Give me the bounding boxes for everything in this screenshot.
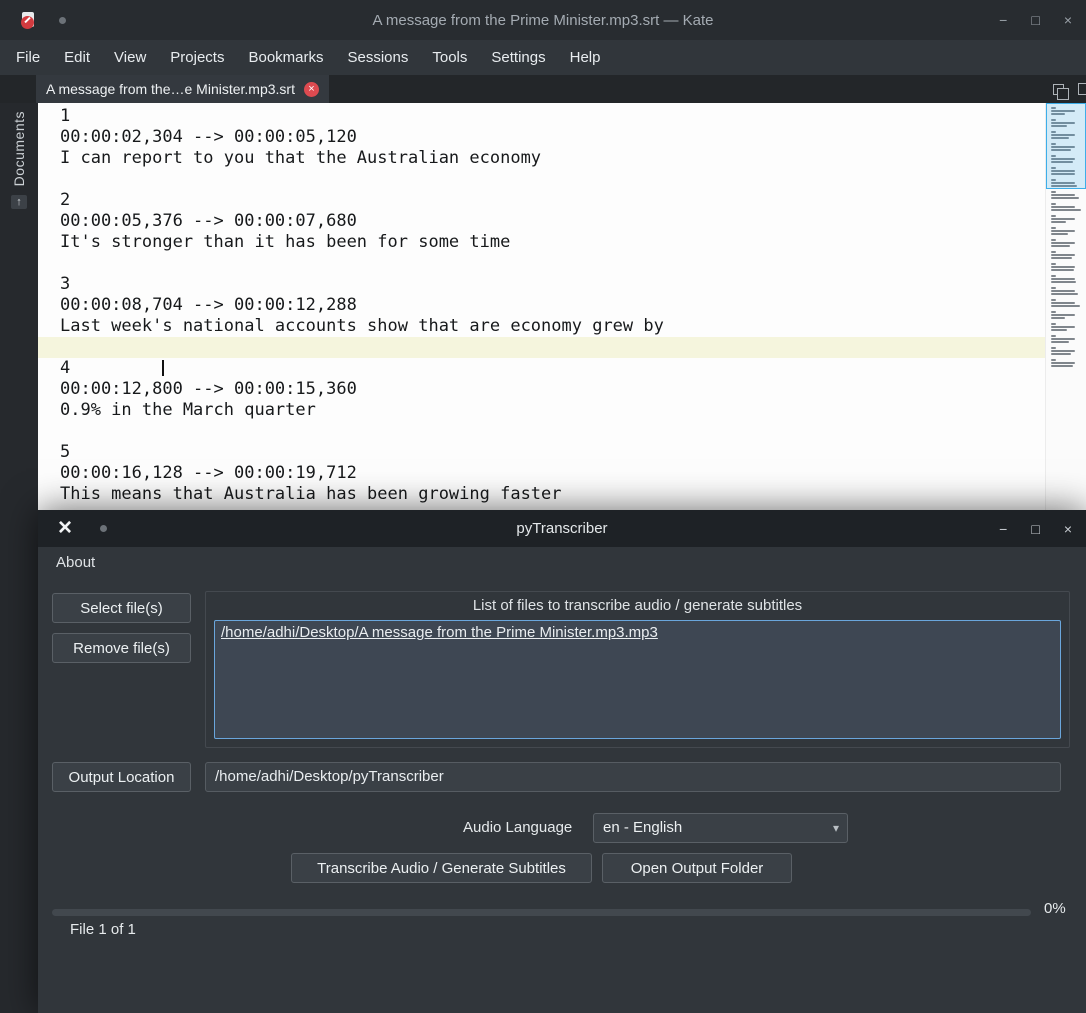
editor-line: 00:00:05,376 --> 00:00:07,680 (60, 211, 357, 231)
tabbar-actions (1053, 75, 1086, 103)
sidebar-documents-toggle[interactable]: Documents ↑ (11, 111, 27, 210)
kate-titlebar-left (0, 11, 150, 29)
editor-line: This means that Australia has been growi… (60, 484, 562, 504)
pytranscriber-window-title: pyTranscriber (516, 520, 608, 537)
kate-menubar: File Edit View Projects Bookmarks Sessio… (0, 40, 1086, 75)
sidebar-documents-label: Documents (11, 111, 27, 187)
audio-language-select[interactable]: en - English ▾ (593, 813, 848, 843)
editor-line: 2 (60, 190, 71, 210)
chevron-down-icon: ▾ (832, 821, 839, 835)
minimize-button[interactable]: − (999, 521, 1007, 537)
editor-line: 00:00:16,128 --> 00:00:19,712 (60, 463, 357, 483)
kate-window-controls: − □ × (936, 0, 1086, 40)
editor-line: I can report to you that the Australian … (60, 148, 542, 168)
documents-icon: ↑ (11, 195, 27, 210)
menu-sessions[interactable]: Sessions (336, 40, 421, 75)
open-output-folder-button[interactable]: Open Output Folder (602, 853, 792, 883)
text-cursor (162, 360, 165, 376)
transcribe-button[interactable]: Transcribe Audio / Generate Subtitles (291, 853, 592, 883)
desktop: A message from the Prime Minister.mp3.sr… (0, 0, 1086, 1013)
file-list-groupbox: List of files to transcribe audio / gene… (205, 591, 1070, 748)
tab-label: A message from the…e Minister.mp3.srt (46, 81, 295, 97)
kate-window-title: A message from the Prime Minister.mp3.sr… (372, 11, 714, 29)
file-list-title: List of files to transcribe audio / gene… (472, 597, 803, 614)
editor-current-line (38, 337, 1045, 376)
split-view-icon[interactable] (1078, 83, 1086, 95)
pytranscriber-window-controls: − □ × (999, 510, 1072, 547)
menu-file[interactable]: File (4, 40, 52, 75)
kate-tabbar: A message from the…e Minister.mp3.srt × (0, 75, 1086, 103)
minimap-viewport[interactable] (1046, 103, 1086, 189)
kate-left-sidebar: Documents ↑ (0, 103, 38, 1013)
editor-line: 3 (60, 274, 71, 294)
pytranscriber-window: × pyTranscriber − □ × About Select file(… (38, 510, 1086, 1013)
audio-language-label: Audio Language (463, 819, 573, 836)
menu-help[interactable]: Help (558, 40, 613, 75)
output-path-field[interactable]: /home/adhi/Desktop/pyTranscriber (205, 762, 1061, 792)
editor-line: It's stronger than it has been for some … (60, 232, 511, 252)
menu-settings[interactable]: Settings (479, 40, 557, 75)
close-button[interactable]: × (1064, 0, 1072, 40)
editor-line: Last week's national accounts show that … (60, 316, 664, 336)
progress-bar (52, 909, 1031, 916)
editor-line: 1 (60, 106, 71, 126)
select-files-button[interactable]: Select file(s) (52, 593, 191, 623)
menu-edit[interactable]: Edit (52, 40, 102, 75)
editor-line: 00:00:12,800 --> 00:00:15,360 (60, 379, 357, 399)
maximize-button[interactable]: □ (1031, 521, 1039, 537)
file-counter-label: File 1 of 1 (70, 921, 136, 938)
progress-percent: 0% (1044, 900, 1066, 917)
pytranscriber-titlebar[interactable]: × pyTranscriber − □ × (38, 510, 1086, 547)
tab-close-icon[interactable]: × (303, 81, 319, 97)
kate-app-icon (20, 11, 37, 29)
menu-about[interactable]: About (52, 552, 99, 573)
close-button[interactable]: × (1064, 521, 1072, 537)
menu-tools[interactable]: Tools (420, 40, 479, 75)
titlebar-dot-icon (59, 16, 66, 24)
editor-line: 0.9% in the March quarter (60, 400, 316, 420)
menu-view[interactable]: View (102, 40, 158, 75)
menu-bookmarks[interactable]: Bookmarks (236, 40, 335, 75)
minimize-button[interactable]: − (999, 0, 1007, 40)
editor-line: 5 (60, 442, 71, 462)
maximize-button[interactable]: □ (1031, 0, 1039, 40)
output-location-button[interactable]: Output Location (52, 762, 191, 792)
remove-files-button[interactable]: Remove file(s) (52, 633, 191, 663)
editor-line: 4 (60, 358, 71, 378)
kate-titlebar[interactable]: A message from the Prime Minister.mp3.sr… (0, 0, 1086, 40)
file-list-item[interactable]: /home/adhi/Desktop/A message from the Pr… (221, 624, 1054, 641)
file-list[interactable]: /home/adhi/Desktop/A message from the Pr… (214, 620, 1061, 739)
editor-line: 00:00:08,704 --> 00:00:12,288 (60, 295, 357, 315)
audio-language-value: en - English (603, 819, 683, 836)
menu-projects[interactable]: Projects (158, 40, 236, 75)
pytranscriber-menubar: About (38, 547, 1086, 577)
documents-stack-icon[interactable] (1053, 83, 1069, 100)
editor-line: 00:00:02,304 --> 00:00:05,120 (60, 127, 357, 147)
tab-current-document[interactable]: A message from the…e Minister.mp3.srt × (36, 75, 329, 103)
